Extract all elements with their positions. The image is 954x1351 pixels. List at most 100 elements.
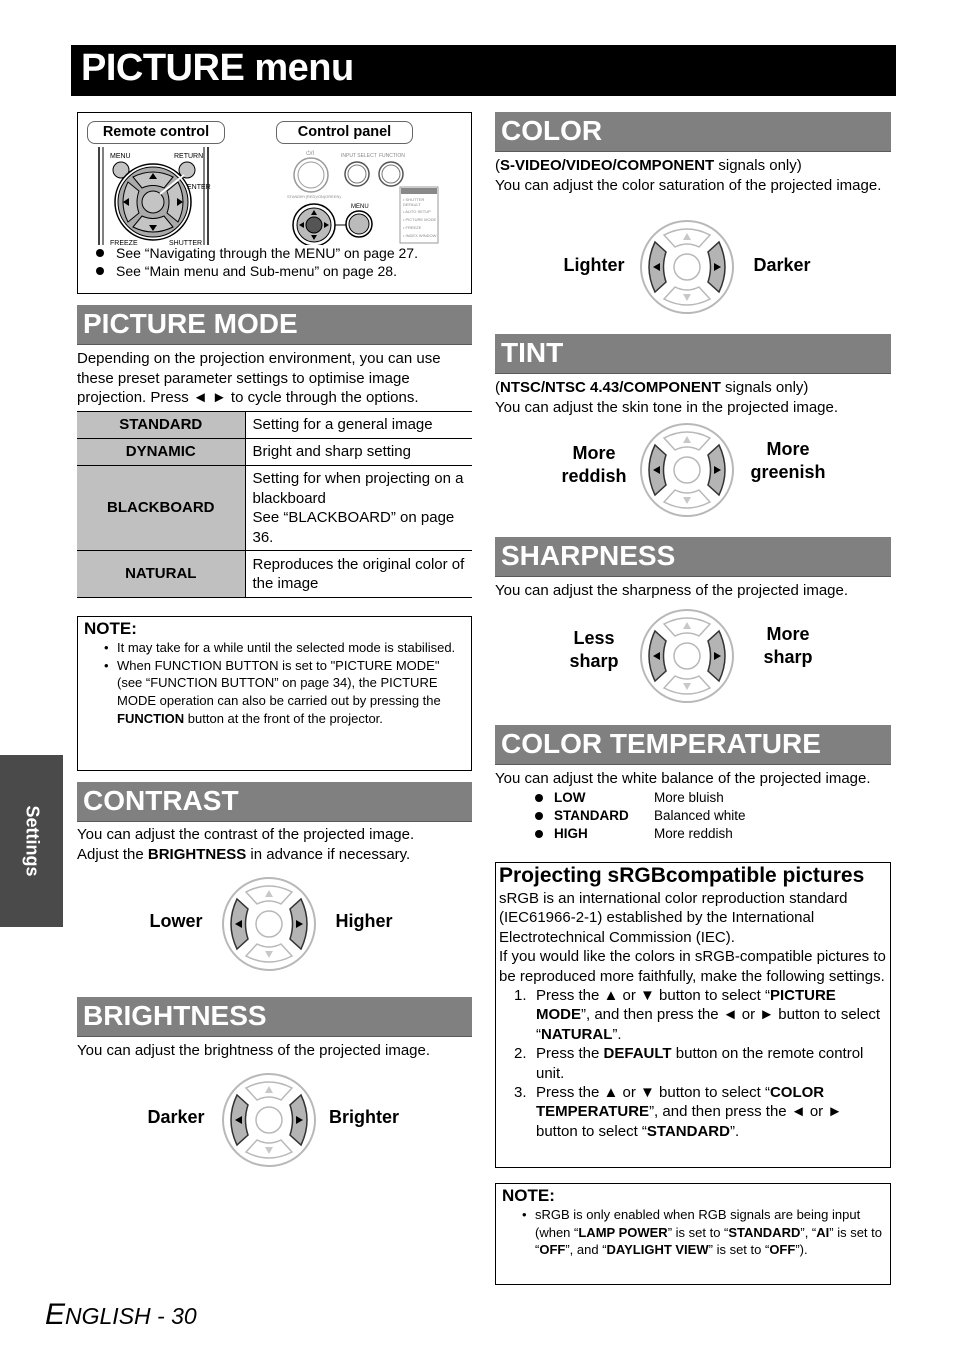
text: Press the ▲ or ▼ button to select “ [536, 1084, 770, 1102]
color-text: You can adjust the color saturation of t… [495, 176, 882, 194]
step-number: 1. [514, 987, 527, 1005]
tint-heading: TINT [495, 334, 891, 374]
text: ”. [729, 1122, 740, 1140]
label-line: More [766, 624, 810, 644]
note-text: button at the front of the projector. [184, 710, 383, 726]
color-temperature-options: LOW More bluish STANDARD Balanced white HI… [495, 789, 891, 843]
color-temperature-option: STANDARD Balanced white [495, 807, 891, 825]
option-key: HIGH [554, 826, 588, 841]
text: ”. [612, 1025, 622, 1043]
contrast-text-line: Adjust the BRIGHTNESS in advance if nece… [77, 845, 472, 865]
mode-name: DYNAMIC [77, 438, 246, 466]
text-bold: DAYLIGHT VIEW [606, 1242, 709, 1258]
page-title-bar: PICTURE menu [71, 45, 896, 96]
color-description: (S-VIDEO/VIDEO/COMPONENT signals only) Y… [495, 156, 891, 195]
mode-description-reference: See “BLACKBOARD” on page 36. [252, 509, 455, 546]
contrast-description: You can adjust the contrast of the proje… [77, 825, 472, 864]
option-value: Balanced white [654, 808, 746, 823]
signals-bold: NTSC/NTSC 4.43/COMPONENT [500, 379, 721, 396]
picture-mode-heading: PICTURE MODE [77, 305, 472, 345]
brightness-heading: BRIGHTNESS [77, 997, 472, 1037]
panel-power-text: ⏻/I [306, 150, 314, 157]
label-line: More [766, 439, 810, 459]
srgb-title: Projecting sRGBcompatible pictures [499, 864, 865, 887]
remote-control-illustration: MENU RETURN ENTER FREEZE SHUTTER [98, 147, 211, 245]
srgb-step: 3. Press the ▲ or ▼ button to select “COL… [499, 1083, 887, 1141]
label-line: Less [573, 628, 615, 648]
text-bold: STANDARD [728, 1224, 801, 1240]
left-right-dial-icon [640, 220, 734, 314]
text: ” is set to “ [667, 1224, 729, 1240]
footer-page-number: - 30 [150, 1303, 197, 1329]
mode-name: NATURAL [77, 550, 246, 598]
label-line: sharp [569, 650, 619, 671]
sharpness-description: You can adjust the sharpness of the proj… [495, 582, 849, 599]
page-footer: ENGLISH - 30 [45, 1300, 197, 1331]
panel-standby-text: STANDBY(RED)/ON(GREEN) [287, 194, 341, 199]
footer-language: NGLISH [65, 1303, 151, 1329]
intro-bullet-navigating: See “Navigating through the MENU” on pag… [96, 244, 418, 262]
text: in advance if necessary. [246, 845, 411, 863]
panel-menu-text: MENU [351, 204, 369, 210]
srgb-step: 1. Press the ▲ or ▼ button to select “PIC… [499, 986, 887, 1044]
text-bold: OFF [769, 1242, 796, 1258]
text: Press the ▲ or ▼ button to select “ [536, 987, 770, 1005]
contrast-lower-label: Lower [149, 911, 203, 931]
note-text-bold: FUNCTION [117, 710, 185, 726]
sharpness-less-sharp-label: Less sharp [548, 627, 640, 672]
tint-text: You can adjust the skin tone in the proj… [495, 398, 839, 416]
note-item: sRGB is only enabled when RGB signals ar… [502, 1206, 884, 1259]
option-key: LOW [554, 790, 586, 805]
label-line: reddish [561, 465, 627, 486]
mode-name: STANDARD [77, 411, 246, 439]
label-line: More [572, 443, 616, 463]
text-bold: BRIGHTNESS [147, 845, 247, 863]
srgb-paragraph: sRGB is an international color reproduct… [499, 890, 848, 946]
step-number: 3. [514, 1084, 527, 1102]
brightness-brighter-label: Brighter [328, 1107, 399, 1127]
step-number: 2. [514, 1045, 527, 1063]
color-temperature-description: You can adjust the white balance of the … [495, 770, 871, 787]
control-panel-illustration: ⏻/I INPUT SELECT FUNCTION STANDBY(RED)/O… [287, 150, 439, 245]
picture-mode-table: STANDARD Setting for a general image DYN… [77, 411, 472, 598]
color-temperature-heading: COLOR TEMPERATURE [495, 725, 891, 765]
srgb-steps: 1. Press the ▲ or ▼ button to select “PIC… [499, 986, 887, 1141]
color-signals-note: (S-VIDEO/VIDEO/COMPONENT signals only) [495, 157, 802, 174]
option-value: More reddish [654, 826, 733, 841]
color-temperature-option: HIGH More reddish [495, 825, 891, 843]
text-bold: AI [816, 1224, 830, 1240]
sharpness-more-sharp-label: More sharp [740, 623, 836, 668]
brightness-description: You can adjust the brightness of the pro… [77, 1042, 431, 1059]
panel-function-list-item: • FREEZE [403, 225, 422, 230]
option-value: More bluish [654, 790, 724, 805]
table-row: STANDARD Setting for a general image [77, 411, 472, 439]
note-list: It may take for a while until the select… [84, 639, 465, 728]
text-bold: STANDARD [646, 1122, 730, 1140]
srgb-step: 2. Press the DEFAULT button on the remote… [499, 1044, 887, 1083]
remote-return-text: RETURN [174, 153, 203, 160]
srgb-info-box: Projecting sRGBcompatible pictures sRGB … [495, 862, 891, 1168]
color-darker-label: Darker [753, 255, 811, 275]
remote-control-label: Remote control [87, 121, 225, 144]
left-right-dial-icon [222, 1073, 316, 1167]
note-item: When FUNCTION BUTTON is set to "PICTURE … [84, 657, 465, 728]
table-row: NATURAL Reproduces the original color of… [77, 550, 472, 598]
text: ”, “ [800, 1224, 817, 1240]
side-tab-label: Settings [22, 805, 42, 877]
navigation-intro-box: Remote control Control panel MENU RETURN… [77, 112, 472, 294]
tint-description: (NTSC/NTSC 4.43/COMPONENT signals only) … [495, 378, 891, 417]
mode-name: BLACKBOARD [77, 465, 246, 551]
remote-menu-text: MENU [110, 153, 131, 160]
text-bold: NATURAL [541, 1025, 613, 1043]
tint-more-reddish-label: More reddish [548, 442, 640, 487]
text: Adjust the [77, 845, 148, 863]
color-temperature-option: LOW More bluish [495, 789, 891, 807]
panel-function-list-item: DEFAULT [403, 202, 421, 207]
picture-mode-intro: Depending on the projection environment,… [77, 350, 441, 406]
label-line: sharp [763, 646, 813, 667]
mode-description: Bright and sharp setting [245, 438, 472, 466]
mode-description: Setting for when projecting on a blackbo… [245, 465, 472, 551]
table-row: DYNAMIC Bright and sharp setting [77, 438, 472, 466]
contrast-higher-label: Higher [335, 911, 393, 931]
panel-function-list-item: • PICTURE MODE [403, 217, 437, 222]
